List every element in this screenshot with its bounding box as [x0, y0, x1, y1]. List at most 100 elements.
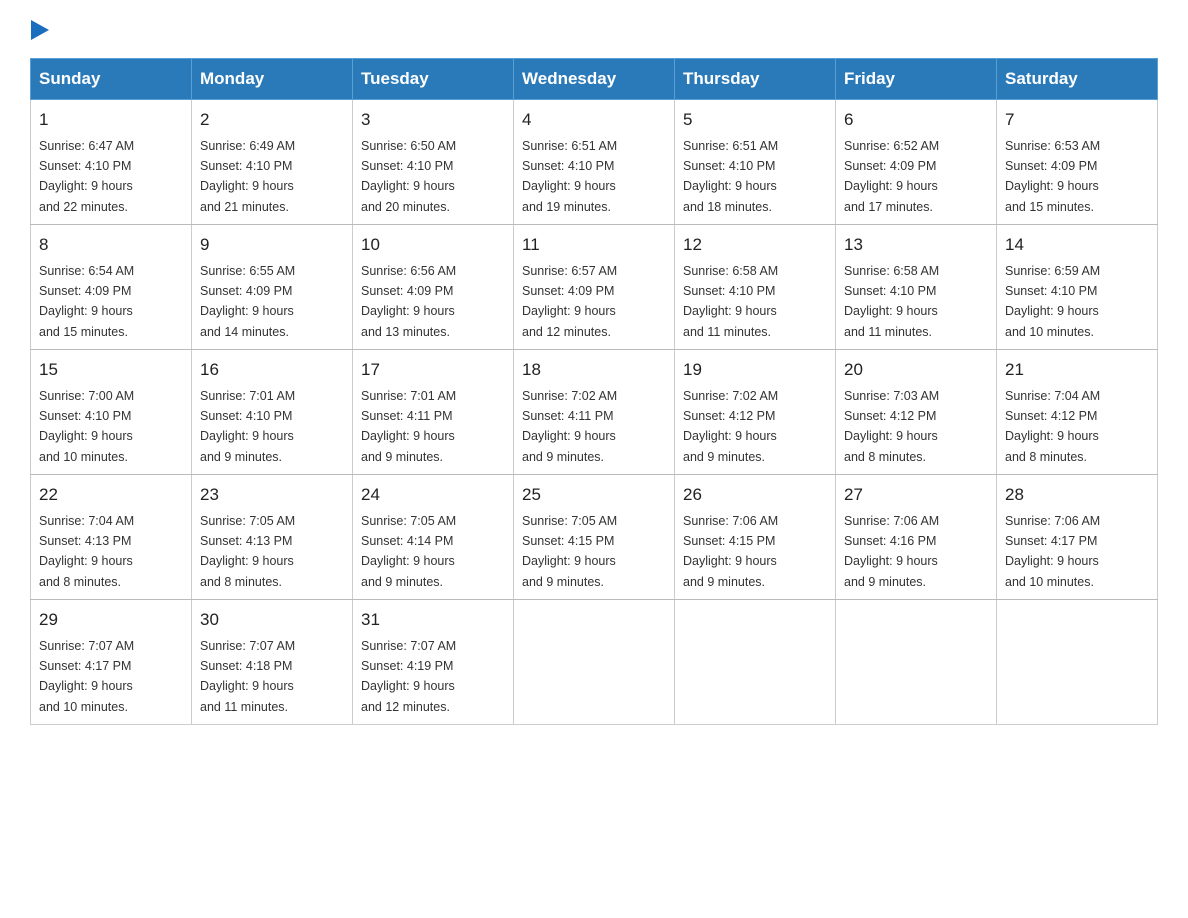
- day-info: Sunrise: 7:06 AMSunset: 4:16 PMDaylight:…: [844, 514, 939, 589]
- day-info: Sunrise: 7:01 AMSunset: 4:10 PMDaylight:…: [200, 389, 295, 464]
- day-info: Sunrise: 6:55 AMSunset: 4:09 PMDaylight:…: [200, 264, 295, 339]
- day-info: Sunrise: 7:07 AMSunset: 4:18 PMDaylight:…: [200, 639, 295, 714]
- calendar-cell: 9 Sunrise: 6:55 AMSunset: 4:09 PMDayligh…: [192, 225, 353, 350]
- day-info: Sunrise: 6:52 AMSunset: 4:09 PMDaylight:…: [844, 139, 939, 214]
- weekday-header-wednesday: Wednesday: [514, 59, 675, 100]
- day-number: 22: [39, 482, 183, 508]
- day-number: 27: [844, 482, 988, 508]
- calendar-cell: 1 Sunrise: 6:47 AMSunset: 4:10 PMDayligh…: [31, 100, 192, 225]
- calendar-cell: 26 Sunrise: 7:06 AMSunset: 4:15 PMDaylig…: [675, 475, 836, 600]
- day-info: Sunrise: 6:58 AMSunset: 4:10 PMDaylight:…: [844, 264, 939, 339]
- calendar-cell: 12 Sunrise: 6:58 AMSunset: 4:10 PMDaylig…: [675, 225, 836, 350]
- day-number: 31: [361, 607, 505, 633]
- day-number: 11: [522, 232, 666, 258]
- day-number: 5: [683, 107, 827, 133]
- day-number: 29: [39, 607, 183, 633]
- calendar-cell: 31 Sunrise: 7:07 AMSunset: 4:19 PMDaylig…: [353, 600, 514, 725]
- day-number: 28: [1005, 482, 1149, 508]
- calendar-cell: 16 Sunrise: 7:01 AMSunset: 4:10 PMDaylig…: [192, 350, 353, 475]
- day-number: 14: [1005, 232, 1149, 258]
- day-number: 23: [200, 482, 344, 508]
- day-info: Sunrise: 7:07 AMSunset: 4:17 PMDaylight:…: [39, 639, 134, 714]
- day-number: 30: [200, 607, 344, 633]
- day-number: 18: [522, 357, 666, 383]
- day-number: 13: [844, 232, 988, 258]
- day-info: Sunrise: 7:03 AMSunset: 4:12 PMDaylight:…: [844, 389, 939, 464]
- day-number: 15: [39, 357, 183, 383]
- weekday-header-monday: Monday: [192, 59, 353, 100]
- day-info: Sunrise: 7:06 AMSunset: 4:15 PMDaylight:…: [683, 514, 778, 589]
- week-row-4: 22 Sunrise: 7:04 AMSunset: 4:13 PMDaylig…: [31, 475, 1158, 600]
- day-info: Sunrise: 7:00 AMSunset: 4:10 PMDaylight:…: [39, 389, 134, 464]
- calendar-cell: 10 Sunrise: 6:56 AMSunset: 4:09 PMDaylig…: [353, 225, 514, 350]
- week-row-1: 1 Sunrise: 6:47 AMSunset: 4:10 PMDayligh…: [31, 100, 1158, 225]
- day-info: Sunrise: 6:47 AMSunset: 4:10 PMDaylight:…: [39, 139, 134, 214]
- weekday-header-sunday: Sunday: [31, 59, 192, 100]
- calendar-cell: 17 Sunrise: 7:01 AMSunset: 4:11 PMDaylig…: [353, 350, 514, 475]
- calendar-cell: 19 Sunrise: 7:02 AMSunset: 4:12 PMDaylig…: [675, 350, 836, 475]
- day-number: 6: [844, 107, 988, 133]
- calendar-cell: 27 Sunrise: 7:06 AMSunset: 4:16 PMDaylig…: [836, 475, 997, 600]
- calendar-cell: 11 Sunrise: 6:57 AMSunset: 4:09 PMDaylig…: [514, 225, 675, 350]
- calendar-cell: [514, 600, 675, 725]
- day-number: 1: [39, 107, 183, 133]
- calendar-table: SundayMondayTuesdayWednesdayThursdayFrid…: [30, 58, 1158, 725]
- weekday-header-friday: Friday: [836, 59, 997, 100]
- calendar-cell: 21 Sunrise: 7:04 AMSunset: 4:12 PMDaylig…: [997, 350, 1158, 475]
- day-number: 3: [361, 107, 505, 133]
- weekday-header-saturday: Saturday: [997, 59, 1158, 100]
- calendar-cell: 23 Sunrise: 7:05 AMSunset: 4:13 PMDaylig…: [192, 475, 353, 600]
- day-info: Sunrise: 6:50 AMSunset: 4:10 PMDaylight:…: [361, 139, 456, 214]
- day-number: 8: [39, 232, 183, 258]
- calendar-cell: 7 Sunrise: 6:53 AMSunset: 4:09 PMDayligh…: [997, 100, 1158, 225]
- weekday-header-tuesday: Tuesday: [353, 59, 514, 100]
- day-info: Sunrise: 6:51 AMSunset: 4:10 PMDaylight:…: [522, 139, 617, 214]
- day-number: 19: [683, 357, 827, 383]
- day-number: 17: [361, 357, 505, 383]
- day-info: Sunrise: 7:04 AMSunset: 4:12 PMDaylight:…: [1005, 389, 1100, 464]
- day-number: 26: [683, 482, 827, 508]
- week-row-2: 8 Sunrise: 6:54 AMSunset: 4:09 PMDayligh…: [31, 225, 1158, 350]
- logo-arrow-icon: [31, 20, 49, 40]
- calendar-cell: 22 Sunrise: 7:04 AMSunset: 4:13 PMDaylig…: [31, 475, 192, 600]
- day-info: Sunrise: 7:05 AMSunset: 4:15 PMDaylight:…: [522, 514, 617, 589]
- day-info: Sunrise: 7:05 AMSunset: 4:14 PMDaylight:…: [361, 514, 456, 589]
- calendar-cell: 6 Sunrise: 6:52 AMSunset: 4:09 PMDayligh…: [836, 100, 997, 225]
- day-number: 7: [1005, 107, 1149, 133]
- calendar-cell: 29 Sunrise: 7:07 AMSunset: 4:17 PMDaylig…: [31, 600, 192, 725]
- calendar-cell: [836, 600, 997, 725]
- day-number: 10: [361, 232, 505, 258]
- day-info: Sunrise: 7:01 AMSunset: 4:11 PMDaylight:…: [361, 389, 456, 464]
- day-info: Sunrise: 7:06 AMSunset: 4:17 PMDaylight:…: [1005, 514, 1100, 589]
- calendar-cell: 24 Sunrise: 7:05 AMSunset: 4:14 PMDaylig…: [353, 475, 514, 600]
- calendar-cell: 3 Sunrise: 6:50 AMSunset: 4:10 PMDayligh…: [353, 100, 514, 225]
- weekday-header-row: SundayMondayTuesdayWednesdayThursdayFrid…: [31, 59, 1158, 100]
- day-number: 24: [361, 482, 505, 508]
- calendar-cell: 4 Sunrise: 6:51 AMSunset: 4:10 PMDayligh…: [514, 100, 675, 225]
- day-number: 2: [200, 107, 344, 133]
- day-info: Sunrise: 6:53 AMSunset: 4:09 PMDaylight:…: [1005, 139, 1100, 214]
- day-number: 21: [1005, 357, 1149, 383]
- calendar-cell: 25 Sunrise: 7:05 AMSunset: 4:15 PMDaylig…: [514, 475, 675, 600]
- calendar-cell: 20 Sunrise: 7:03 AMSunset: 4:12 PMDaylig…: [836, 350, 997, 475]
- day-info: Sunrise: 6:54 AMSunset: 4:09 PMDaylight:…: [39, 264, 134, 339]
- day-info: Sunrise: 6:56 AMSunset: 4:09 PMDaylight:…: [361, 264, 456, 339]
- week-row-3: 15 Sunrise: 7:00 AMSunset: 4:10 PMDaylig…: [31, 350, 1158, 475]
- week-row-5: 29 Sunrise: 7:07 AMSunset: 4:17 PMDaylig…: [31, 600, 1158, 725]
- day-number: 20: [844, 357, 988, 383]
- calendar-cell: 5 Sunrise: 6:51 AMSunset: 4:10 PMDayligh…: [675, 100, 836, 225]
- day-info: Sunrise: 7:05 AMSunset: 4:13 PMDaylight:…: [200, 514, 295, 589]
- day-number: 16: [200, 357, 344, 383]
- calendar-cell: 14 Sunrise: 6:59 AMSunset: 4:10 PMDaylig…: [997, 225, 1158, 350]
- day-number: 12: [683, 232, 827, 258]
- calendar-cell: 18 Sunrise: 7:02 AMSunset: 4:11 PMDaylig…: [514, 350, 675, 475]
- calendar-cell: 8 Sunrise: 6:54 AMSunset: 4:09 PMDayligh…: [31, 225, 192, 350]
- page-header: [30, 20, 1158, 40]
- day-info: Sunrise: 6:58 AMSunset: 4:10 PMDaylight:…: [683, 264, 778, 339]
- calendar-cell: [675, 600, 836, 725]
- calendar-cell: 13 Sunrise: 6:58 AMSunset: 4:10 PMDaylig…: [836, 225, 997, 350]
- day-info: Sunrise: 7:04 AMSunset: 4:13 PMDaylight:…: [39, 514, 134, 589]
- logo: [30, 20, 50, 40]
- day-info: Sunrise: 7:07 AMSunset: 4:19 PMDaylight:…: [361, 639, 456, 714]
- calendar-cell: 30 Sunrise: 7:07 AMSunset: 4:18 PMDaylig…: [192, 600, 353, 725]
